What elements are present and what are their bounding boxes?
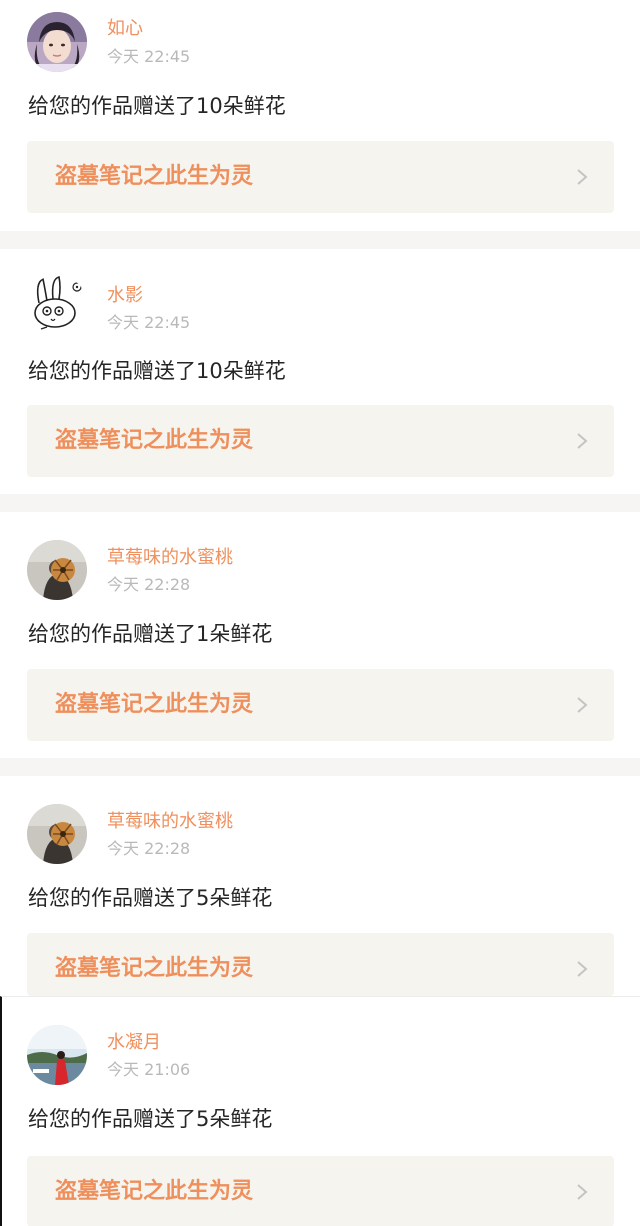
- work-link-card[interactable]: 盗墓笔记之此生为灵: [27, 405, 614, 477]
- timestamp: 今天 22:45: [107, 313, 191, 332]
- work-title: 盗墓笔记之此生为灵: [55, 428, 254, 453]
- username[interactable]: 水凝月: [107, 1032, 161, 1054]
- chevron-right-icon: [576, 1184, 588, 1200]
- username[interactable]: 草莓味的水蜜桃: [107, 811, 233, 833]
- work-title: 盗墓笔记之此生为灵: [55, 164, 254, 189]
- avatar[interactable]: [27, 12, 87, 72]
- timestamp: 今天 22:28: [107, 575, 191, 594]
- chevron-right-icon: [576, 433, 588, 449]
- notification-item: 水凝月 今天 21:06 给您的作品赠送了5朵鲜花 盗墓笔记之此生为灵: [0, 996, 640, 1226]
- work-link-card[interactable]: 盗墓笔记之此生为灵: [27, 933, 614, 996]
- username[interactable]: 如心: [107, 18, 143, 40]
- avatar[interactable]: [27, 804, 87, 864]
- separator: [0, 231, 640, 249]
- chevron-right-icon: [576, 169, 588, 185]
- chevron-right-icon: [576, 697, 588, 713]
- username[interactable]: 水影: [107, 285, 143, 307]
- gift-message: 给您的作品赠送了5朵鲜花: [28, 886, 273, 910]
- landscape-photo-avatar-icon: [27, 1025, 87, 1085]
- timestamp: 今天 22:28: [107, 839, 191, 858]
- gift-message: 给您的作品赠送了10朵鲜花: [28, 359, 286, 383]
- person-with-fan-avatar-icon: [27, 540, 87, 600]
- cartoon-rabbit-avatar-icon: [27, 275, 87, 335]
- gift-notification-feed: 如心 今天 22:45 给您的作品赠送了10朵鲜花 盗墓笔记之此生为灵 水影 今…: [0, 0, 640, 1226]
- notification-item: 水影 今天 22:45 给您的作品赠送了10朵鲜花 盗墓笔记之此生为灵: [0, 249, 640, 494]
- work-link-card[interactable]: 盗墓笔记之此生为灵: [27, 669, 614, 741]
- avatar[interactable]: [27, 1025, 87, 1085]
- notification-item: 如心 今天 22:45 给您的作品赠送了10朵鲜花 盗墓笔记之此生为灵: [0, 0, 640, 231]
- work-title: 盗墓笔记之此生为灵: [55, 1179, 254, 1204]
- gift-message: 给您的作品赠送了1朵鲜花: [28, 622, 273, 646]
- gift-message: 给您的作品赠送了10朵鲜花: [28, 94, 286, 118]
- timestamp: 今天 22:45: [107, 47, 191, 66]
- avatar[interactable]: [27, 275, 87, 335]
- work-link-card[interactable]: 盗墓笔记之此生为灵: [27, 141, 614, 213]
- chevron-right-icon: [576, 961, 588, 977]
- username[interactable]: 草莓味的水蜜桃: [107, 547, 233, 569]
- notification-item: 草莓味的水蜜桃 今天 22:28 给您的作品赠送了1朵鲜花 盗墓笔记之此生为灵: [0, 512, 640, 758]
- woman-portrait-avatar-icon: [27, 12, 87, 72]
- work-link-card[interactable]: 盗墓笔记之此生为灵: [27, 1156, 614, 1226]
- timestamp: 今天 21:06: [107, 1060, 191, 1079]
- separator: [0, 758, 640, 776]
- person-with-fan-avatar-icon: [27, 804, 87, 864]
- work-title: 盗墓笔记之此生为灵: [55, 956, 254, 981]
- gift-message: 给您的作品赠送了5朵鲜花: [28, 1107, 273, 1131]
- work-title: 盗墓笔记之此生为灵: [55, 692, 254, 717]
- notification-item: 草莓味的水蜜桃 今天 22:28 给您的作品赠送了5朵鲜花 盗墓笔记之此生为灵: [0, 776, 640, 996]
- avatar[interactable]: [27, 540, 87, 600]
- separator: [0, 494, 640, 512]
